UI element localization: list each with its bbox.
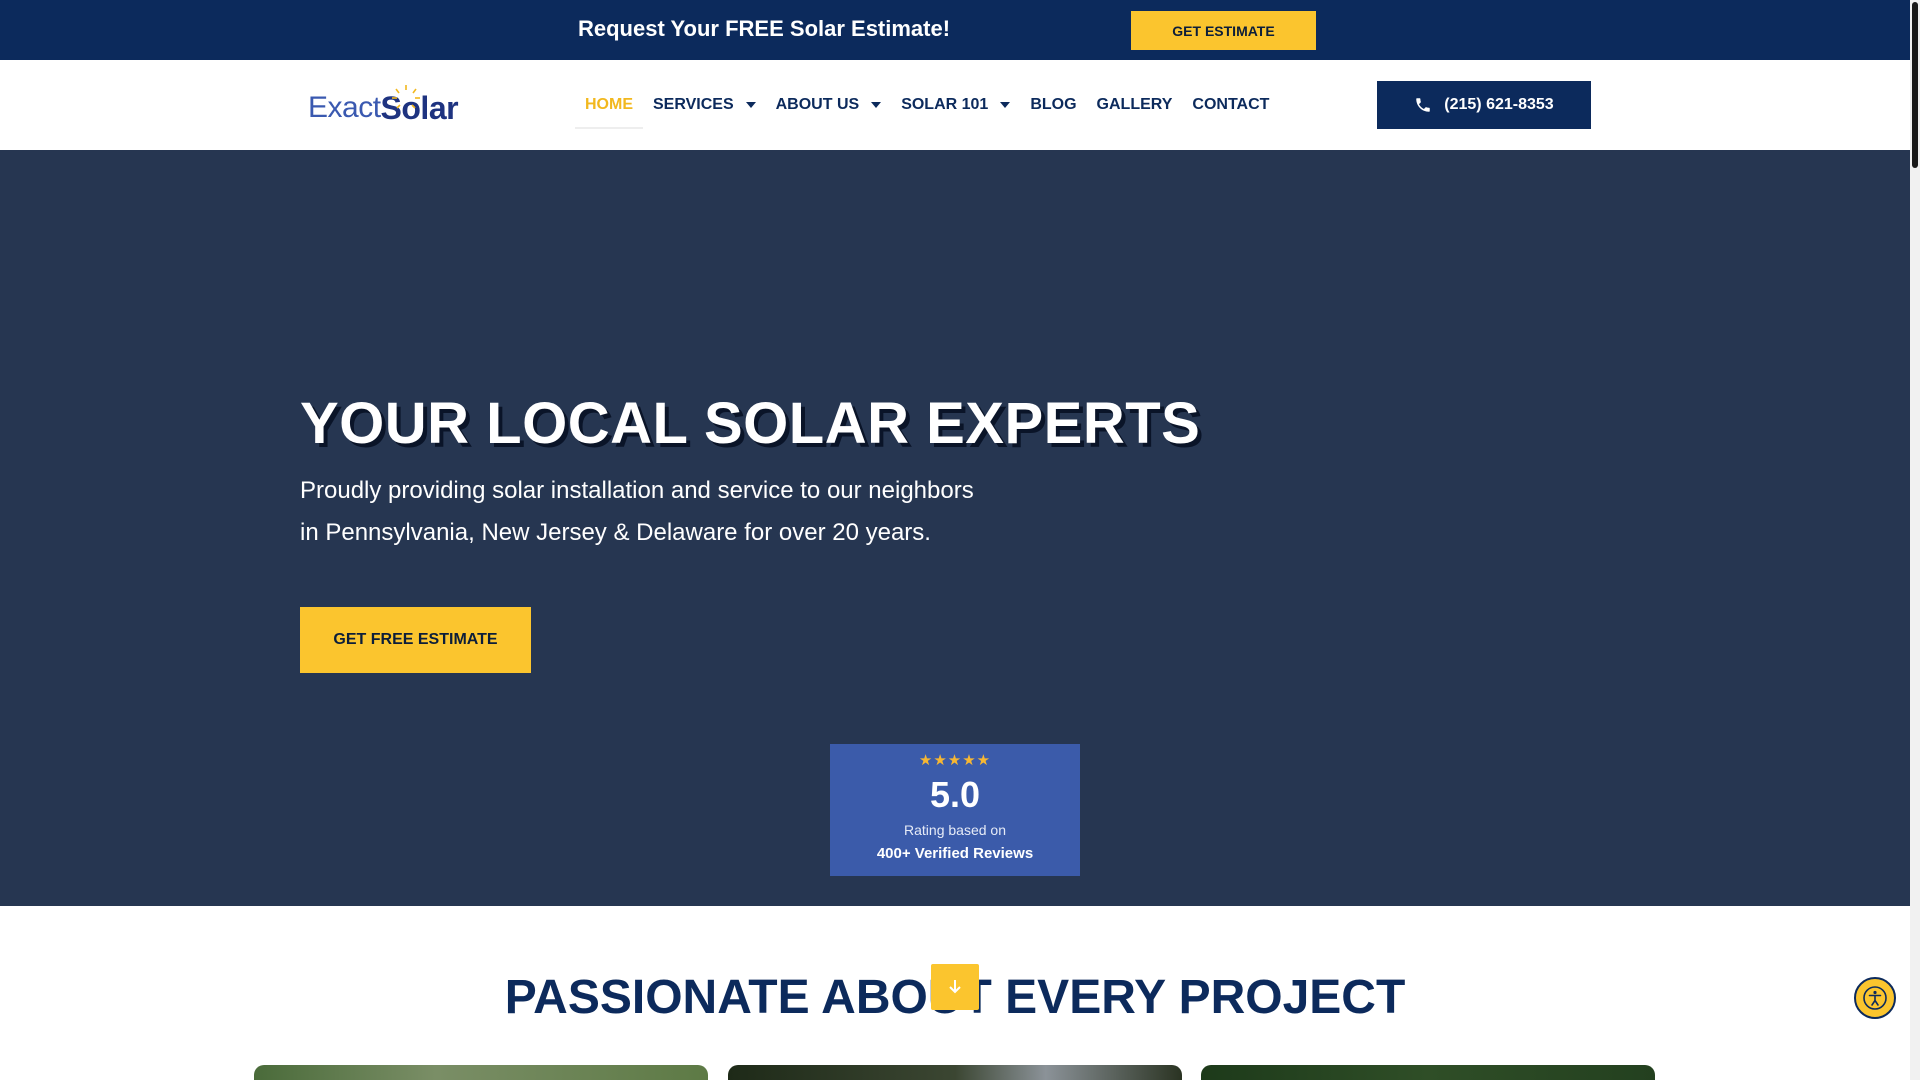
logo-text-exact: Exact <box>308 91 381 124</box>
rating-score: 5.0 <box>929 774 981 815</box>
site-header: Exact Solar HOME SERVICES ABOUT US SOLAR… <box>0 60 1910 150</box>
hero-subtitle: Proudly providing solar installation and… <box>300 470 1060 554</box>
nav-about-us-label: ABOUT US <box>775 96 860 113</box>
nav-contact[interactable]: CONTACT <box>1182 83 1279 127</box>
scroll-down-button[interactable] <box>931 964 979 1010</box>
nav-home[interactable]: HOME <box>575 83 643 129</box>
sun-icon <box>391 84 420 109</box>
nav-about-us[interactable]: ABOUT US <box>766 83 892 127</box>
nav-services-label: SERVICES <box>653 96 734 113</box>
nav-services[interactable]: SERVICES <box>643 83 766 127</box>
top-promo-bar: Request Your FREE Solar Estimate! GET ES… <box>0 0 1910 60</box>
hero-subtitle-line2: in Pennsylvania, New Jersey & Delaware f… <box>300 519 931 546</box>
main-nav: HOME SERVICES ABOUT US SOLAR 101 BLOG GA… <box>575 60 1279 150</box>
logo[interactable]: Exact Solar <box>308 78 459 138</box>
hero-title: YOUR LOCAL SOLAR EXPERTS <box>300 391 1201 456</box>
page: Request Your FREE Solar Estimate! GET ES… <box>0 0 1910 1080</box>
nav-gallery[interactable]: GALLERY <box>1087 83 1183 127</box>
nav-home-label: HOME <box>585 96 633 113</box>
nav-solar-101-label: SOLAR 101 <box>901 96 989 113</box>
accessibility-button[interactable] <box>1854 977 1896 1019</box>
accessibility-icon <box>1863 986 1887 1010</box>
logo-text-solar: Solar <box>381 84 459 127</box>
page-scrollbar[interactable] <box>1910 0 1920 1080</box>
nav-blog[interactable]: BLOG <box>1020 83 1086 127</box>
project-image-card[interactable] <box>254 1065 708 1080</box>
phone-icon <box>1416 98 1431 112</box>
phone-button[interactable]: (215) 621-8353 <box>1377 81 1591 129</box>
nav-blog-label: BLOG <box>1030 96 1077 113</box>
phone-number: (215) 621-8353 <box>1444 96 1554 113</box>
scrollbar-thumb[interactable] <box>1912 2 1918 168</box>
project-image-card[interactable] <box>1201 1065 1655 1080</box>
star-rating-icon: ★★★★★ <box>918 752 992 769</box>
promo-text: Request Your FREE Solar Estimate! <box>578 16 951 41</box>
nav-solar-101[interactable]: SOLAR 101 <box>891 83 1020 127</box>
caret-down-icon <box>745 102 756 108</box>
get-free-estimate-button[interactable]: GET FREE ESTIMATE <box>300 607 531 673</box>
caret-down-icon <box>1000 102 1011 108</box>
rating-based-on: Rating based on <box>904 822 1006 838</box>
nav-contact-label: CONTACT <box>1192 96 1270 113</box>
rating-badge[interactable]: ★★★★★ 5.0 Rating based on 400+ Verified … <box>830 744 1080 876</box>
project-image-card[interactable] <box>728 1065 1182 1080</box>
hero-section: YOUR LOCAL SOLAR EXPERTS Proudly providi… <box>0 150 1910 906</box>
caret-down-icon <box>871 102 882 108</box>
rating-review-count: 400+ Verified Reviews <box>876 845 1034 862</box>
arrow-down-icon <box>949 980 961 994</box>
nav-gallery-label: GALLERY <box>1096 96 1173 113</box>
hero-subtitle-line1: Proudly providing solar installation and… <box>300 477 974 504</box>
get-estimate-button[interactable]: GET ESTIMATE <box>1131 11 1316 50</box>
